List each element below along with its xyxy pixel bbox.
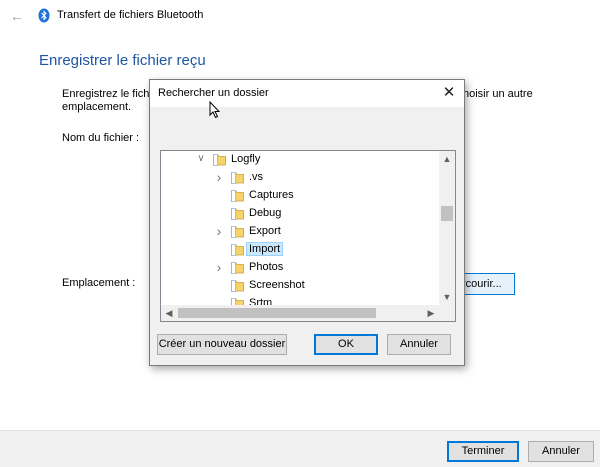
folder-icon (231, 298, 244, 305)
folder-tree-rows: ∨ Logfly › .vs Captures Debug › Export Import › Ph… (161, 151, 439, 305)
vertical-scrollbar[interactable]: ▲ ▼ (439, 151, 455, 305)
dialog-title: Rechercher un dossier (158, 87, 269, 99)
folder-icon (213, 154, 226, 166)
tree-row-vs[interactable]: › .vs (161, 169, 439, 187)
folder-icon (231, 280, 244, 292)
tree-row-label: Logfly (231, 153, 261, 165)
browse-button[interactable]: rcourir... (458, 273, 515, 295)
folder-icon (231, 226, 244, 238)
tree-row-screenshot[interactable]: Screenshot (161, 277, 439, 295)
horizontal-scrollbar[interactable]: ◀ ▶ (161, 305, 439, 321)
dialog-cancel-button[interactable]: Annuler (387, 334, 451, 355)
bottom-bar: Terminer Annuler (0, 430, 600, 467)
folder-icon (231, 208, 244, 220)
scroll-up-icon[interactable]: ▲ (439, 151, 455, 167)
intro-text-right: hoisir un autre (463, 88, 533, 100)
scroll-left-icon[interactable]: ◀ (161, 305, 177, 321)
tree-row-photos[interactable]: › Photos (161, 259, 439, 277)
window-title: Transfert de fichiers Bluetooth (57, 9, 204, 21)
horizontal-scroll-thumb[interactable] (178, 308, 376, 318)
folder-icon (231, 244, 244, 256)
chevron-right-icon[interactable]: › (213, 224, 225, 238)
chevron-right-icon[interactable]: › (213, 170, 225, 184)
tree-row-label: Captures (249, 189, 294, 201)
cancel-button[interactable]: Annuler (528, 441, 594, 462)
tree-row-label: Export (249, 225, 281, 237)
filename-label: Nom du fichier : (62, 132, 140, 144)
close-icon[interactable]: ✕ (440, 84, 458, 102)
ok-button[interactable]: OK (314, 334, 378, 355)
tree-row-captures[interactable]: Captures (161, 187, 439, 205)
folder-icon (231, 262, 244, 274)
bluetooth-icon (38, 8, 50, 23)
tree-row-label: Srtm (249, 297, 273, 305)
tree-row-label: .vs (249, 171, 264, 183)
tree-row-logfly[interactable]: ∨ Logfly (161, 151, 439, 169)
window-titlebar: ← Transfert de fichiers Bluetooth (0, 0, 600, 32)
tree-row-label: Import (245, 242, 284, 256)
tree-row-debug[interactable]: Debug (161, 205, 439, 223)
scroll-down-icon[interactable]: ▼ (439, 289, 455, 305)
tree-row-import[interactable]: Import (161, 241, 439, 259)
chevron-right-icon[interactable]: › (213, 260, 225, 274)
dialog-titlebar: Rechercher un dossier ✕ (150, 80, 464, 107)
location-label: Emplacement : (62, 277, 136, 289)
scrollbar-corner (439, 305, 455, 321)
folder-tree[interactable]: ∨ Logfly › .vs Captures Debug › Export Import › Ph… (160, 150, 456, 322)
folder-icon (231, 190, 244, 202)
back-arrow-icon[interactable]: ← (10, 8, 26, 24)
browse-folder-dialog: Rechercher un dossier ✕ ∨ Logfly › .vs Captu… (149, 79, 465, 366)
tree-row-srtm[interactable]: Srtm (161, 295, 439, 305)
tree-row-label: Screenshot (249, 279, 305, 291)
mouse-cursor-icon (209, 101, 221, 119)
tree-row-export[interactable]: › Export (161, 223, 439, 241)
folder-icon (231, 172, 244, 184)
tree-row-label: Photos (249, 261, 284, 273)
page-heading: Enregistrer le fichier reçu (39, 52, 206, 69)
tree-row-label: Debug (249, 207, 282, 219)
vertical-scroll-thumb[interactable] (441, 206, 453, 221)
chevron-down-icon[interactable]: ∨ (195, 152, 207, 166)
scroll-right-icon[interactable]: ▶ (423, 305, 439, 321)
finish-button[interactable]: Terminer (447, 441, 519, 462)
new-folder-button[interactable]: Créer un nouveau dossier (157, 334, 287, 355)
